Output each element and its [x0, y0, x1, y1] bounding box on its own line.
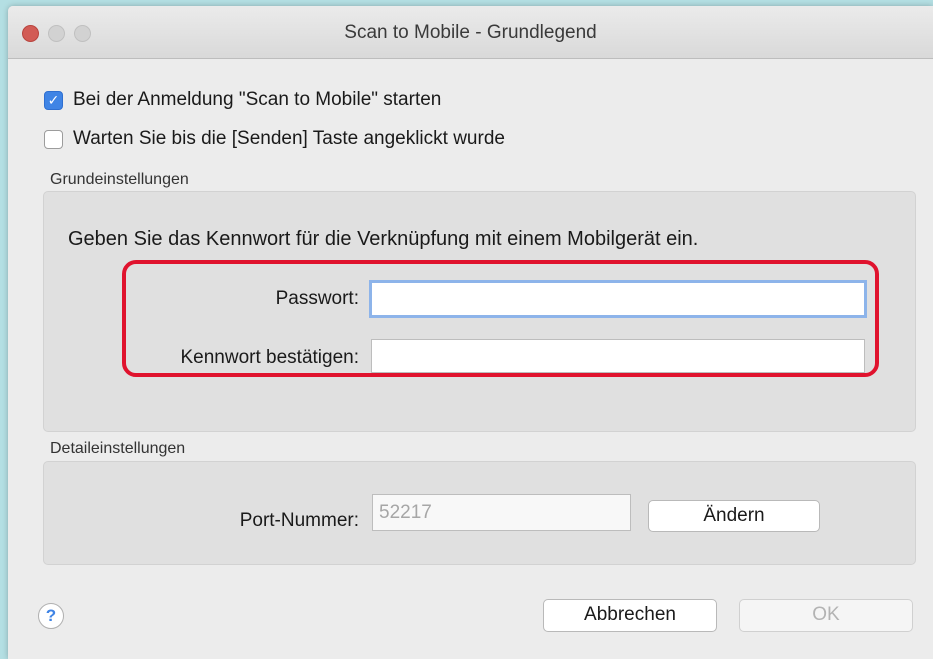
- password-label: Passwort:: [275, 288, 359, 309]
- password-instructions: Geben Sie das Kennwort für die Verknüpfu…: [68, 228, 699, 250]
- port-number-input: [372, 494, 631, 531]
- port-number-label: Port-Nummer:: [239, 510, 359, 531]
- startup-checkbox-label[interactable]: Bei der Anmeldung "Scan to Mobile" start…: [73, 89, 441, 111]
- detail-settings-label: Detaileinstellungen: [50, 440, 186, 457]
- startup-checkbox[interactable]: ✓: [44, 90, 63, 110]
- cancel-button[interactable]: Abbrechen: [543, 599, 717, 632]
- startup-option[interactable]: ✓ Bei der Anmeldung "Scan to Mobile" sta…: [44, 89, 441, 111]
- dialog-window: Scan to Mobile - Grundlegend ✓ Bei der A…: [8, 6, 933, 659]
- title-bar: Scan to Mobile - Grundlegend: [8, 6, 933, 59]
- wait-for-send-checkbox[interactable]: [44, 129, 63, 149]
- checkmark-icon: ✓: [47, 91, 60, 108]
- change-port-button[interactable]: Ändern: [648, 500, 820, 532]
- wait-option[interactable]: Warten Sie bis die [Senden] Taste angekl…: [44, 128, 505, 150]
- ok-button[interactable]: OK: [739, 599, 913, 632]
- window-title: Scan to Mobile - Grundlegend: [344, 22, 597, 43]
- question-mark-icon: ?: [45, 606, 57, 625]
- confirm-password-label: Kennwort bestätigen:: [180, 347, 359, 368]
- password-input[interactable]: [369, 280, 867, 318]
- help-button[interactable]: ?: [38, 603, 64, 629]
- detail-settings-group: Port-Nummer: Ändern: [43, 461, 916, 565]
- confirm-password-input[interactable]: [371, 339, 865, 373]
- basic-settings-label: Grundeinstellungen: [50, 171, 189, 188]
- basic-settings-group: Geben Sie das Kennwort für die Verknüpfu…: [43, 191, 916, 432]
- wait-for-send-checkbox-label[interactable]: Warten Sie bis die [Senden] Taste angekl…: [73, 128, 505, 150]
